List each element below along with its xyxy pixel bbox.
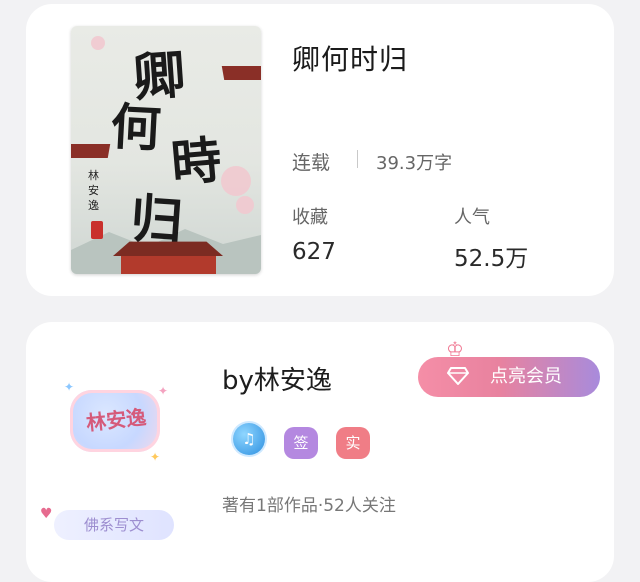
popularity-value: 52.5万 <box>454 246 529 272</box>
book-title: 卿何时归 <box>292 43 409 76</box>
author-signature-tag: 佛系写文 <box>54 510 174 540</box>
cover-author-name: 林安逸 <box>88 169 99 212</box>
cover-blossom <box>236 196 254 214</box>
sign-badge[interactable]: 签 <box>284 427 318 459</box>
cover-roof-left <box>71 144 111 158</box>
cover-palace-wall <box>121 256 216 274</box>
popularity-label: 人气 <box>454 207 490 228</box>
serial-status: 连载 <box>292 152 331 174</box>
activate-vip-button[interactable]: 点亮会员 <box>418 357 600 397</box>
author-name[interactable]: by林安逸 <box>222 360 332 397</box>
cover-blossom <box>91 36 105 50</box>
word-count: 39.3万字 <box>376 153 453 174</box>
favorites-label: 收藏 <box>292 207 328 228</box>
cover-title-char: 何 <box>109 96 163 159</box>
vip-button-label: 点亮会员 <box>490 366 562 387</box>
author-works-followers: 著有1部作品·52人关注 <box>222 496 396 516</box>
sparkle-icon: ✦ <box>150 450 161 464</box>
cover-roof-right <box>221 66 261 80</box>
favorites-value: 627 <box>292 239 336 265</box>
cover-blossom <box>221 166 251 196</box>
author-avatar[interactable]: 林安逸 ✦ ✦ ✦ <box>62 374 172 474</box>
heart-icon: ♥ <box>40 506 53 522</box>
real-badge[interactable]: 实 <box>336 427 370 459</box>
sparkle-icon: ✦ <box>64 380 75 394</box>
diamond-icon <box>447 367 469 385</box>
sparkle-icon: ✦ <box>158 384 169 398</box>
book-info-card: 卿 何 時 归 林安逸 卿何时归 连载 39.3万字 收藏 627 人气 52.… <box>26 4 614 296</box>
cover-seal <box>91 221 103 239</box>
music-note-icon[interactable]: ♫ <box>233 423 265 455</box>
status-divider <box>357 150 358 168</box>
author-card: 林安逸 ✦ ✦ ✦ ♥ 佛系写文 by林安逸 ♔ 点亮会员 ♫ 签 实 著有1部… <box>26 322 614 582</box>
book-cover-image[interactable]: 卿 何 時 归 林安逸 <box>71 26 261 274</box>
